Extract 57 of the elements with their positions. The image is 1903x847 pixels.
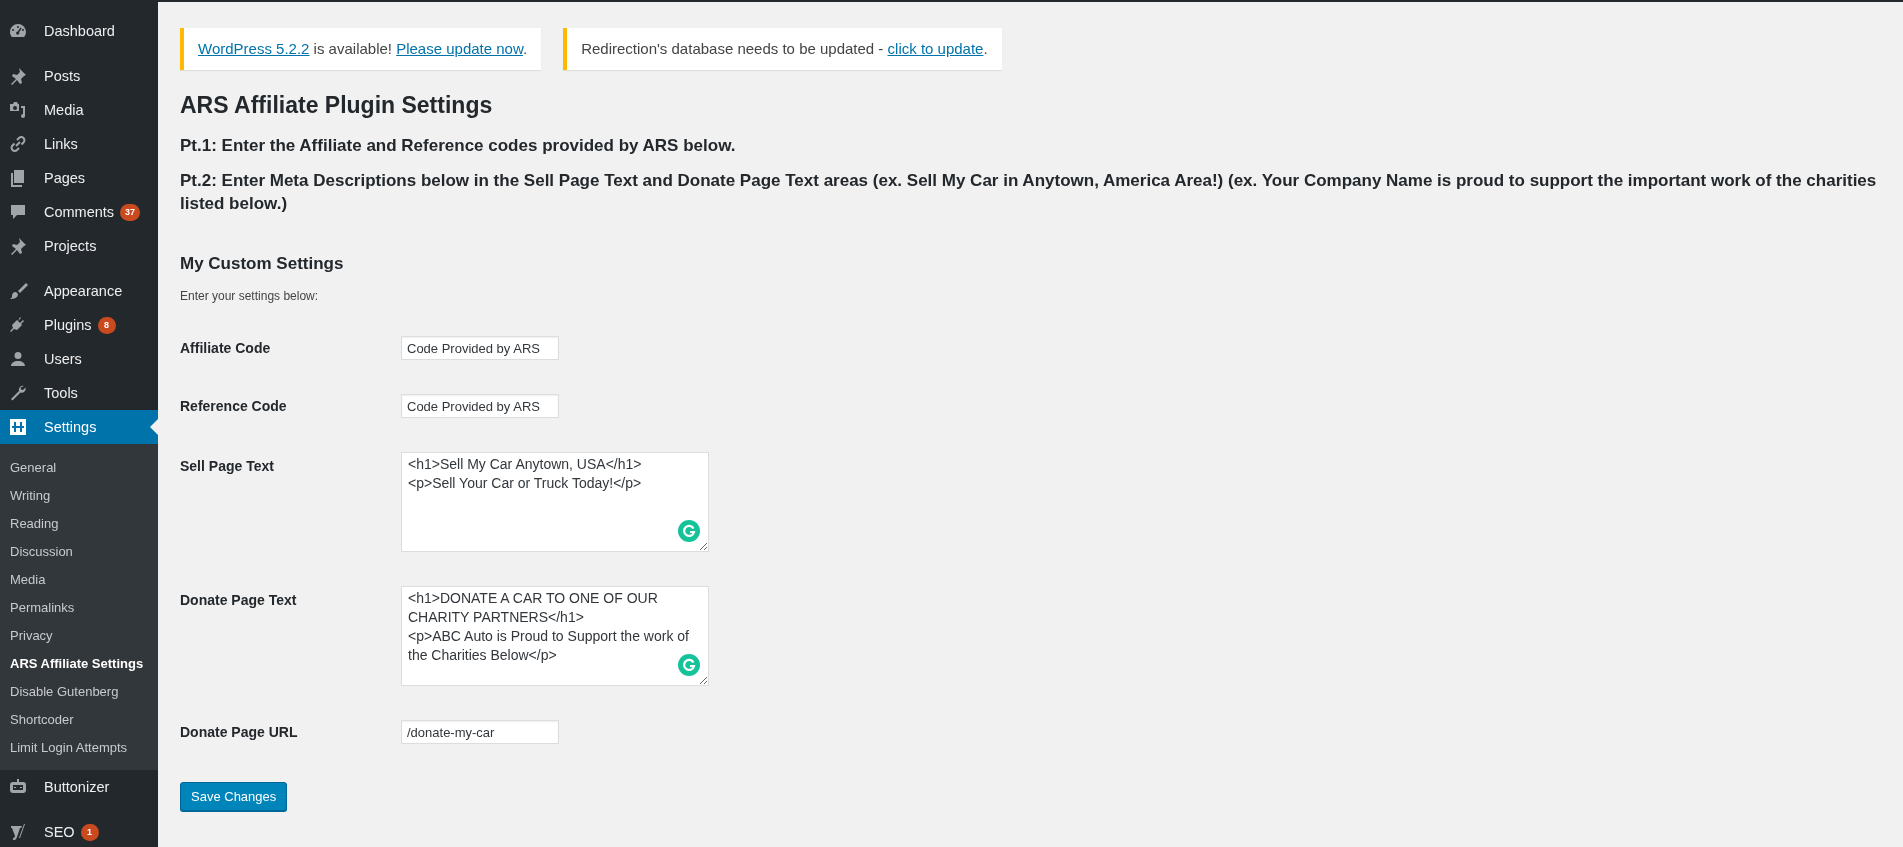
- notice-text: WordPress 5.2.2 is available! Please update now.: [198, 39, 528, 59]
- submenu-item[interactable]: Discussion: [0, 538, 158, 566]
- menu-item[interactable]: Dashboard: [0, 14, 158, 48]
- update-link[interactable]: Please update now: [396, 40, 523, 57]
- field-label: Donate Page URL: [180, 723, 299, 742]
- text-area[interactable]: <h1>Sell My Car Anytown, USA</h1> <p>Sell Your Car or Truck Today!</p>: [401, 452, 709, 552]
- submenu-item[interactable]: Writing: [0, 482, 158, 510]
- menu-item[interactable]: Comments 37: [0, 195, 158, 229]
- field-label: Affiliate Code: [180, 339, 272, 358]
- update-link[interactable]: WordPress 5.2.2: [198, 40, 310, 57]
- instruction-text: Pt.1: Enter the Affiliate and Reference codes provided by ARS below.: [180, 135, 737, 157]
- paintbrush-icon: [8, 281, 28, 301]
- notice-text: Redirection's database needs to be updated - click to update.: [581, 39, 988, 59]
- menu-item[interactable]: Settings: [0, 410, 158, 444]
- menu-item[interactable]: Pages: [0, 161, 158, 195]
- menu-item[interactable]: Tools: [0, 376, 158, 410]
- camera-music-icon: [8, 100, 28, 120]
- update-link[interactable]: click to update: [887, 40, 984, 57]
- count-badge: 8: [97, 316, 116, 334]
- menu-item[interactable]: Links: [0, 127, 158, 161]
- menu-item[interactable]: Posts: [0, 59, 158, 93]
- page-title: ARS Affiliate Plugin Settings: [180, 91, 494, 120]
- submenu-item[interactable]: ARS Affiliate Settings: [0, 650, 158, 678]
- text-area[interactable]: <h1>DONATE A CAR TO ONE OF OUR CHARITY PARTNERS</h1> <p>ABC Auto is Proud to Support the work of the Charities Below</p>: [401, 586, 709, 686]
- sliders-icon: [8, 417, 28, 437]
- submenu-item[interactable]: Permalinks: [0, 594, 158, 622]
- menu-item[interactable]: Projects: [0, 229, 158, 263]
- speech-bubble-icon: [8, 202, 28, 222]
- section-description: Enter your settings below:: [180, 288, 320, 304]
- field-label: Reference Code: [180, 397, 288, 416]
- submenu-item[interactable]: Reading: [0, 510, 158, 538]
- submenu-item[interactable]: Media: [0, 566, 158, 594]
- submenu-item[interactable]: Shortcoder: [0, 706, 158, 734]
- text-field[interactable]: /donate-my-car: [401, 720, 559, 744]
- menu-item[interactable]: Users: [0, 342, 158, 376]
- field-label: Sell Page Text: [180, 457, 275, 476]
- menu-item[interactable]: Plugins 8: [0, 308, 158, 342]
- menu-item[interactable]: SEO 1: [0, 815, 158, 847]
- submenu-item[interactable]: Limit Login Attempts: [0, 734, 158, 762]
- chain-link-icon: [8, 134, 28, 154]
- submenu-item[interactable]: Privacy: [0, 622, 158, 650]
- field-label: Donate Page Text: [180, 591, 298, 610]
- section-title: My Custom Settings: [180, 253, 345, 275]
- count-badge: 1: [80, 823, 99, 841]
- y-logo-icon: [8, 822, 28, 842]
- submenu-item[interactable]: Disable Gutenberg: [0, 678, 158, 706]
- count-badge: 37: [120, 203, 141, 221]
- menu-item[interactable]: Buttonizer: [0, 770, 158, 804]
- current-pointer: [150, 419, 158, 435]
- menu-item[interactable]: Appearance: [0, 274, 158, 308]
- save-button[interactable]: Save Changes: [180, 782, 288, 811]
- submenu-item[interactable]: General: [0, 454, 158, 482]
- instruction-text: Pt.2: Enter Meta Descriptions below in the Sell Page Text and Donate Page Text areas (ex. Sell My Car in Anytown, America Area!) (ex. Your Company Name is proud to support the important work of the charities listed below.): [180, 170, 1878, 215]
- text-field[interactable]: Code Provided by ARS: [401, 394, 559, 418]
- text-field[interactable]: Code Provided by ARS: [401, 336, 559, 360]
- user-icon: [8, 349, 28, 369]
- menu-item[interactable]: Media: [0, 93, 158, 127]
